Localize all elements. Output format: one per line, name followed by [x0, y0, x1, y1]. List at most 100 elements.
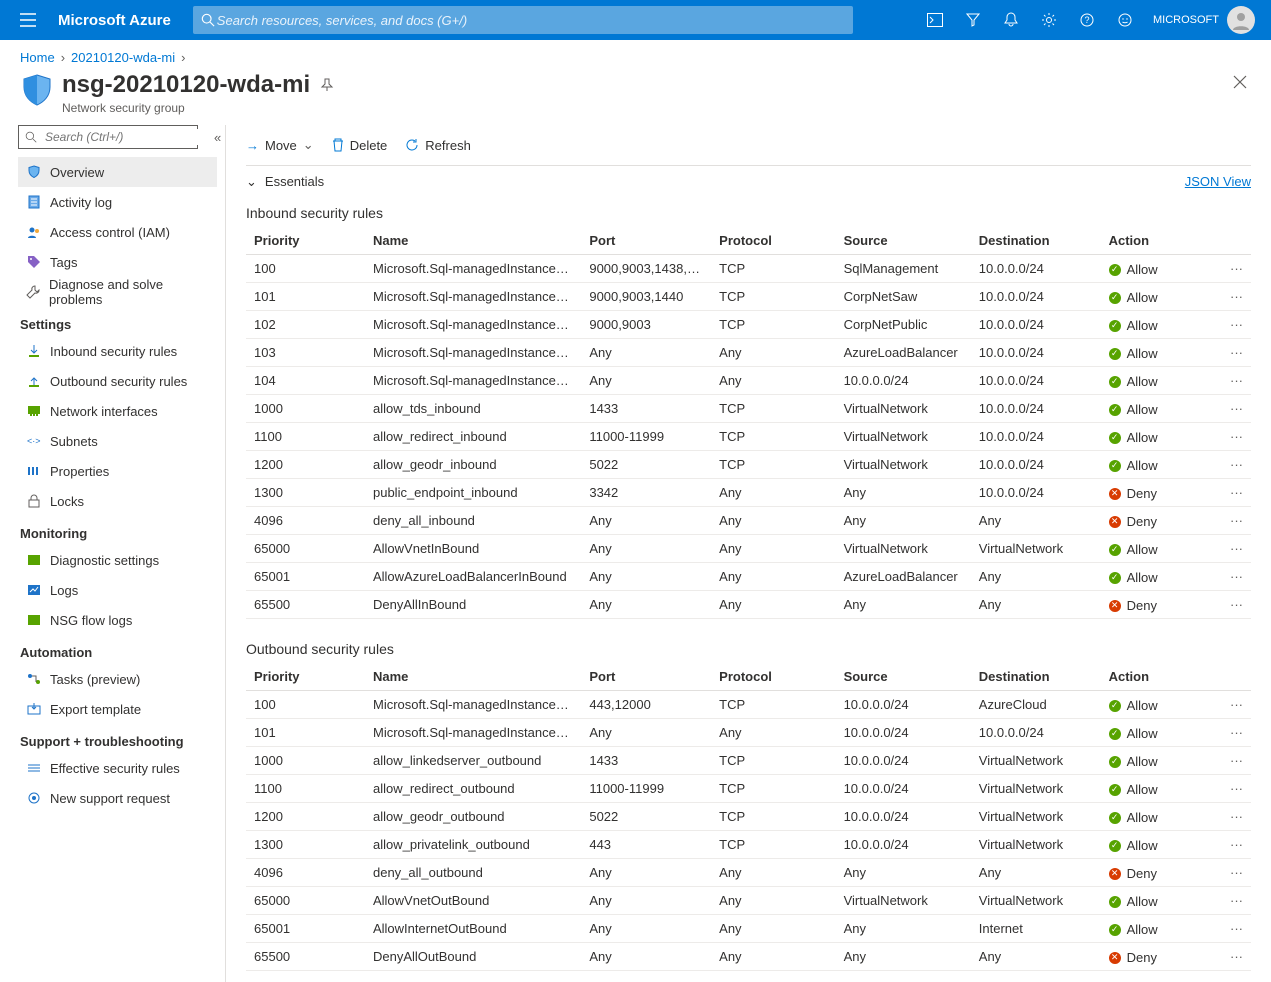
- sidebar-search-input[interactable]: [43, 129, 204, 145]
- col-name[interactable]: Name: [365, 227, 581, 255]
- col-action[interactable]: Action: [1101, 663, 1215, 691]
- row-menu-button[interactable]: ···: [1214, 283, 1251, 311]
- nav-overview[interactable]: Overview: [18, 157, 217, 187]
- cloud-shell-icon[interactable]: [925, 10, 945, 30]
- table-row[interactable]: 1300allow_privatelink_outbound443TCP10.0…: [246, 831, 1251, 859]
- nav-iam[interactable]: Access control (IAM): [18, 217, 217, 247]
- nav-nic[interactable]: Network interfaces: [18, 396, 217, 426]
- move-button[interactable]: → Move ⌄: [246, 137, 314, 153]
- collapse-sidebar-icon[interactable]: «: [214, 130, 221, 145]
- table-row[interactable]: 1000allow_linkedserver_outbound1433TCP10…: [246, 747, 1251, 775]
- nav-inbound-rules[interactable]: Inbound security rules: [18, 336, 217, 366]
- col-protocol[interactable]: Protocol: [711, 227, 835, 255]
- row-menu-button[interactable]: ···: [1214, 423, 1251, 451]
- gear-icon[interactable]: [1039, 10, 1059, 30]
- table-row[interactable]: 65500DenyAllInBoundAnyAnyAnyAny✕Deny···: [246, 591, 1251, 619]
- col-destination[interactable]: Destination: [971, 227, 1101, 255]
- row-menu-button[interactable]: ···: [1214, 943, 1251, 971]
- row-menu-button[interactable]: ···: [1214, 339, 1251, 367]
- bell-icon[interactable]: [1001, 10, 1021, 30]
- table-row[interactable]: 1000allow_tds_inbound1433TCPVirtualNetwo…: [246, 395, 1251, 423]
- table-row[interactable]: 1200allow_geodr_outbound5022TCP10.0.0.0/…: [246, 803, 1251, 831]
- table-row[interactable]: 101Microsoft.Sql-managedInstances_U...90…: [246, 283, 1251, 311]
- table-row[interactable]: 1100allow_redirect_inbound11000-11999TCP…: [246, 423, 1251, 451]
- feedback-icon[interactable]: [1115, 10, 1135, 30]
- nav-locks[interactable]: Locks: [18, 486, 217, 516]
- nav-new-support[interactable]: New support request: [18, 783, 217, 813]
- nav-export-template[interactable]: Export template: [18, 694, 217, 724]
- table-row[interactable]: 65000AllowVnetInBoundAnyAnyVirtualNetwor…: [246, 535, 1251, 563]
- row-menu-button[interactable]: ···: [1214, 395, 1251, 423]
- col-source[interactable]: Source: [836, 663, 971, 691]
- table-row[interactable]: 1300public_endpoint_inbound3342AnyAny10.…: [246, 479, 1251, 507]
- table-row[interactable]: 4096deny_all_outboundAnyAnyAnyAny✕Deny··…: [246, 859, 1251, 887]
- brand-label[interactable]: Microsoft Azure: [48, 12, 181, 29]
- row-menu-button[interactable]: ···: [1214, 915, 1251, 943]
- nav-outbound-rules[interactable]: Outbound security rules: [18, 366, 217, 396]
- nav-tasks[interactable]: Tasks (preview): [18, 664, 217, 694]
- row-menu-button[interactable]: ···: [1214, 775, 1251, 803]
- table-row[interactable]: 100Microsoft.Sql-managedInstances_U...90…: [246, 255, 1251, 283]
- col-port[interactable]: Port: [581, 227, 711, 255]
- row-menu-button[interactable]: ···: [1214, 887, 1251, 915]
- nav-subnets[interactable]: <·> Subnets: [18, 426, 217, 456]
- row-menu-button[interactable]: ···: [1214, 719, 1251, 747]
- row-menu-button[interactable]: ···: [1214, 591, 1251, 619]
- row-menu-button[interactable]: ···: [1214, 451, 1251, 479]
- table-row[interactable]: 65000AllowVnetOutBoundAnyAnyVirtualNetwo…: [246, 887, 1251, 915]
- crumb-parent[interactable]: 20210120-wda-mi: [71, 50, 175, 65]
- essentials-toggle[interactable]: ⌄ Essentials JSON View: [246, 165, 1251, 197]
- col-action[interactable]: Action: [1101, 227, 1215, 255]
- row-menu-button[interactable]: ···: [1214, 311, 1251, 339]
- col-priority[interactable]: Priority: [246, 663, 365, 691]
- table-row[interactable]: 4096deny_all_inboundAnyAnyAnyAny✕Deny···: [246, 507, 1251, 535]
- col-destination[interactable]: Destination: [971, 663, 1101, 691]
- refresh-button[interactable]: Refresh: [405, 138, 471, 153]
- col-source[interactable]: Source: [836, 227, 971, 255]
- table-row[interactable]: 102Microsoft.Sql-managedInstances_U...90…: [246, 311, 1251, 339]
- col-protocol[interactable]: Protocol: [711, 663, 835, 691]
- help-icon[interactable]: ?: [1077, 10, 1097, 30]
- filter-icon[interactable]: [963, 10, 983, 30]
- table-row[interactable]: 101Microsoft.Sql-managedInstances_U...An…: [246, 719, 1251, 747]
- col-name[interactable]: Name: [365, 663, 581, 691]
- table-row[interactable]: 65500DenyAllOutBoundAnyAnyAnyAny✕Deny···: [246, 943, 1251, 971]
- nav-diagnostic-settings[interactable]: Diagnostic settings: [18, 545, 217, 575]
- row-menu-button[interactable]: ···: [1214, 831, 1251, 859]
- table-row[interactable]: 65001AllowAzureLoadBalancerInBoundAnyAny…: [246, 563, 1251, 591]
- row-menu-button[interactable]: ···: [1214, 535, 1251, 563]
- row-menu-button[interactable]: ···: [1214, 479, 1251, 507]
- col-port[interactable]: Port: [581, 663, 711, 691]
- pin-icon[interactable]: [320, 78, 334, 92]
- nav-effective-rules[interactable]: Effective security rules: [18, 753, 217, 783]
- nav-tags[interactable]: Tags: [18, 247, 217, 277]
- row-menu-button[interactable]: ···: [1214, 563, 1251, 591]
- sidebar-search[interactable]: [18, 125, 198, 149]
- account-area[interactable]: MICROSOFT: [1153, 6, 1255, 34]
- global-search-input[interactable]: [215, 12, 845, 29]
- global-search[interactable]: [193, 6, 853, 34]
- nav-activity-log[interactable]: Activity log: [18, 187, 217, 217]
- table-row[interactable]: 103Microsoft.Sql-managedInstances_U...An…: [246, 339, 1251, 367]
- delete-button[interactable]: Delete: [332, 138, 388, 153]
- row-menu-button[interactable]: ···: [1214, 507, 1251, 535]
- col-priority[interactable]: Priority: [246, 227, 365, 255]
- row-menu-button[interactable]: ···: [1214, 859, 1251, 887]
- table-row[interactable]: 65001AllowInternetOutBoundAnyAnyAnyInter…: [246, 915, 1251, 943]
- crumb-home[interactable]: Home: [20, 50, 55, 65]
- table-row[interactable]: 1200allow_geodr_inbound5022TCPVirtualNet…: [246, 451, 1251, 479]
- nav-nsg-flow-logs[interactable]: NSG flow logs: [18, 605, 217, 635]
- nav-diagnose[interactable]: Diagnose and solve problems: [18, 277, 217, 307]
- table-row[interactable]: 104Microsoft.Sql-managedInstances_U...An…: [246, 367, 1251, 395]
- table-row[interactable]: 100Microsoft.Sql-managedInstances_U...44…: [246, 691, 1251, 719]
- json-view-link[interactable]: JSON View: [1185, 174, 1251, 189]
- row-menu-button[interactable]: ···: [1214, 803, 1251, 831]
- nav-logs[interactable]: Logs: [18, 575, 217, 605]
- nav-properties[interactable]: Properties: [18, 456, 217, 486]
- close-icon[interactable]: [1229, 71, 1251, 93]
- row-menu-button[interactable]: ···: [1214, 747, 1251, 775]
- row-menu-button[interactable]: ···: [1214, 255, 1251, 283]
- table-row[interactable]: 1100allow_redirect_outbound11000-11999TC…: [246, 775, 1251, 803]
- menu-icon[interactable]: [8, 13, 48, 27]
- row-menu-button[interactable]: ···: [1214, 691, 1251, 719]
